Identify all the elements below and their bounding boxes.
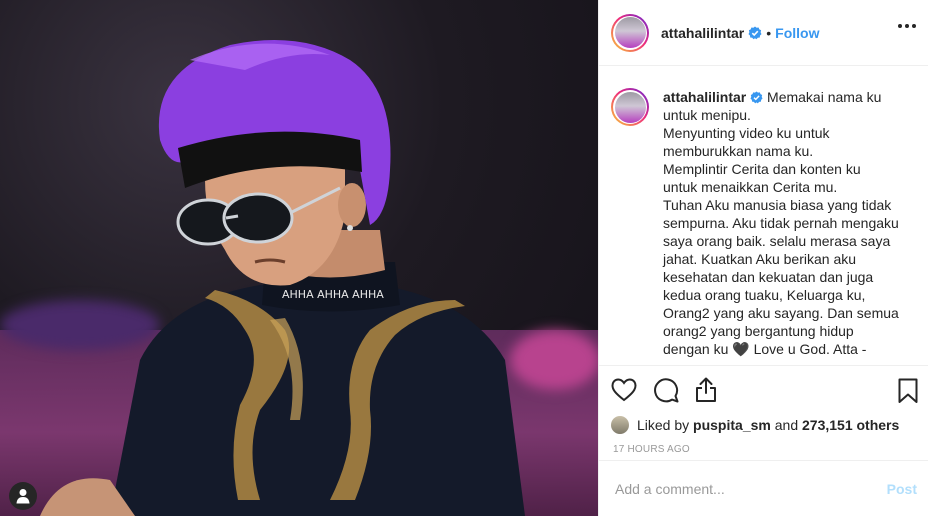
verified-badge-icon [748, 26, 762, 39]
caption-area: attahalilintar Memakai nama ku untuk men… [599, 66, 928, 366]
caption-line: untuk menipu. [663, 107, 751, 123]
header-separator: • [766, 24, 772, 41]
caption-username[interactable]: attahalilintar [663, 89, 746, 105]
comment-input[interactable]: Add a comment... [615, 481, 725, 497]
follow-button[interactable]: Follow [775, 25, 819, 41]
comment-button[interactable] [653, 377, 679, 403]
tagged-users-button[interactable] [9, 482, 37, 510]
verified-badge-icon [750, 91, 763, 104]
caption-line: dengan ku 🖤 Love u God. Atta - [663, 341, 867, 357]
caption-line: jahat. Kuatkan Aku berikan aku [663, 251, 857, 267]
caption-line: Orang2 yang aku sayang. Dan semua [663, 305, 899, 321]
caption-line: Memplintir Cerita dan konten ku [663, 161, 861, 177]
caption-line: Tuhan Aku manusia biasa yang tidak [663, 197, 892, 213]
bookmark-icon [898, 378, 918, 403]
shirt-text: AHHA AHHA AHHA [282, 288, 384, 301]
caption-text: attahalilintar Memakai nama ku untuk men… [663, 88, 899, 365]
author-avatar[interactable] [611, 13, 649, 52]
caption-line: memburukkan nama ku. [663, 143, 814, 159]
liked-count[interactable]: 273,151 others [802, 417, 899, 433]
heart-icon [611, 378, 637, 402]
caption-author-avatar[interactable] [611, 88, 649, 126]
author-username[interactable]: attahalilintar [661, 25, 744, 41]
add-comment-bar: Add a comment... Post [599, 460, 928, 516]
more-options-icon[interactable] [898, 24, 916, 28]
caption-line: kedua orang tuaku, Keluarga ku, [663, 287, 866, 303]
caption-line: Menyunting video ku untuk [663, 125, 830, 141]
like-button[interactable] [611, 378, 637, 402]
action-bar [599, 366, 928, 414]
post-comment-button[interactable]: Post [887, 481, 917, 497]
caption-line: untuk menaikkan Cerita mu. [663, 179, 838, 195]
post-header: attahalilintar • Follow [599, 0, 928, 66]
person-illustration: AHHA AHHA AHHA [40, 40, 525, 516]
caption-line: saya orang baik. selalu merasa saya [663, 233, 891, 249]
caption-line: orang2 yang bergantung hidup [663, 323, 854, 339]
liked-by-user[interactable]: puspita_sm [693, 417, 771, 433]
caption-line: kesehatan dan kekuatan dan juga [663, 269, 874, 285]
likes-summary: Liked by puspita_sm and 273,151 others [599, 414, 928, 436]
liker-avatar[interactable] [611, 416, 629, 434]
liked-by-prefix: Liked by [637, 417, 690, 433]
post-photo[interactable]: AHHA AHHA AHHA [0, 0, 598, 516]
caption-line: sempurna. Aku tidak pernah mengaku [663, 215, 899, 231]
comment-icon [654, 378, 679, 403]
share-icon [696, 377, 716, 402]
post-sidebar: attahalilintar • Follow attahalilintar M… [598, 0, 928, 516]
liked-by-and: and [774, 417, 799, 433]
caption-line: Memakai nama ku [767, 89, 882, 105]
save-button[interactable] [898, 378, 918, 409]
share-button[interactable] [695, 377, 717, 403]
user-tag-icon [16, 489, 30, 504]
